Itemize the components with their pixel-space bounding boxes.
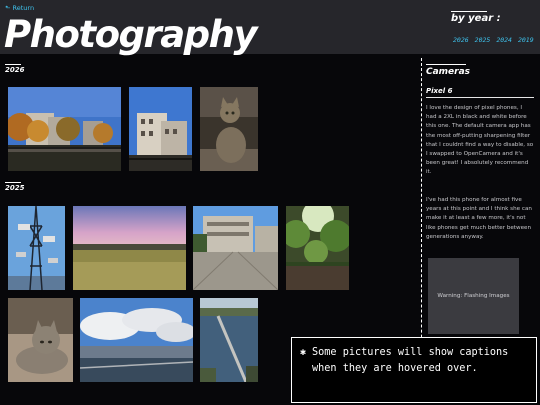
photo-pink-sky-field[interactable] [73, 206, 186, 290]
notice-text: Some pictures will show captions when th… [312, 347, 509, 374]
photo-autumn-houses-image [8, 87, 121, 171]
hover-caption-notice: ✱ Some pictures will show captions when … [291, 337, 537, 403]
camera-name-heading: Pixel 6 [426, 87, 453, 95]
year-link-2025[interactable]: 2025 [475, 36, 491, 44]
section-2026-rule [5, 64, 21, 65]
photo-ivy-wall-image [286, 206, 349, 290]
photo-sea-clouds[interactable] [80, 298, 193, 382]
photo-building-sky[interactable] [129, 87, 192, 171]
year-link-2024[interactable]: 2024 [496, 36, 512, 44]
photo-ivy-wall[interactable] [286, 206, 349, 290]
year-links: 2026 2025 2024 2019 [453, 36, 534, 44]
return-link[interactable]: ⬑ Return [5, 4, 34, 12]
section-2025-rule [5, 182, 21, 183]
year-link-2019[interactable]: 2019 [518, 36, 534, 44]
page-title: Photography [4, 13, 258, 56]
camera-longevity-paragraph: I've had this phone for almost five year… [426, 197, 532, 240]
asterisk-icon: ✱ [300, 347, 307, 358]
photo-pink-sky-field-image [73, 206, 186, 290]
cameras-heading: Cameras [426, 67, 471, 77]
section-label-2025: 2025 [5, 184, 25, 192]
photo-tabby-cat[interactable] [200, 87, 258, 171]
photo-building-sky-image [129, 87, 192, 171]
header-bar: ⬑ Return Photography by year : 2026 2025… [0, 0, 540, 56]
warning-text: Warning: Flashing Images [437, 293, 510, 299]
photo-sea-clouds-image [80, 298, 193, 382]
photo-radio-tower[interactable] [8, 206, 65, 290]
photo-tabby-cat-image [200, 87, 258, 171]
flashing-images-warning[interactable]: Warning: Flashing Images [428, 258, 519, 334]
photo-bridge-aerial[interactable] [200, 298, 258, 382]
photo-radio-tower-image [8, 206, 65, 290]
photo-concrete-plaza-image [193, 206, 278, 290]
by-year-label: by year : [451, 13, 501, 24]
photo-autumn-houses[interactable] [8, 87, 121, 171]
camera-name-rule [426, 97, 534, 98]
year-link-2026[interactable]: 2026 [453, 36, 469, 44]
photo-cat-lying[interactable] [8, 298, 73, 382]
camera-description-paragraph: I love the design of pixel phones, I had… [426, 105, 534, 176]
section-label-2026: 2026 [5, 66, 25, 74]
photo-bridge-aerial-image [200, 298, 258, 382]
by-year-rule [451, 11, 487, 12]
photo-cat-lying-image [8, 298, 73, 382]
cameras-rule [426, 64, 466, 65]
photo-concrete-plaza[interactable] [193, 206, 278, 290]
